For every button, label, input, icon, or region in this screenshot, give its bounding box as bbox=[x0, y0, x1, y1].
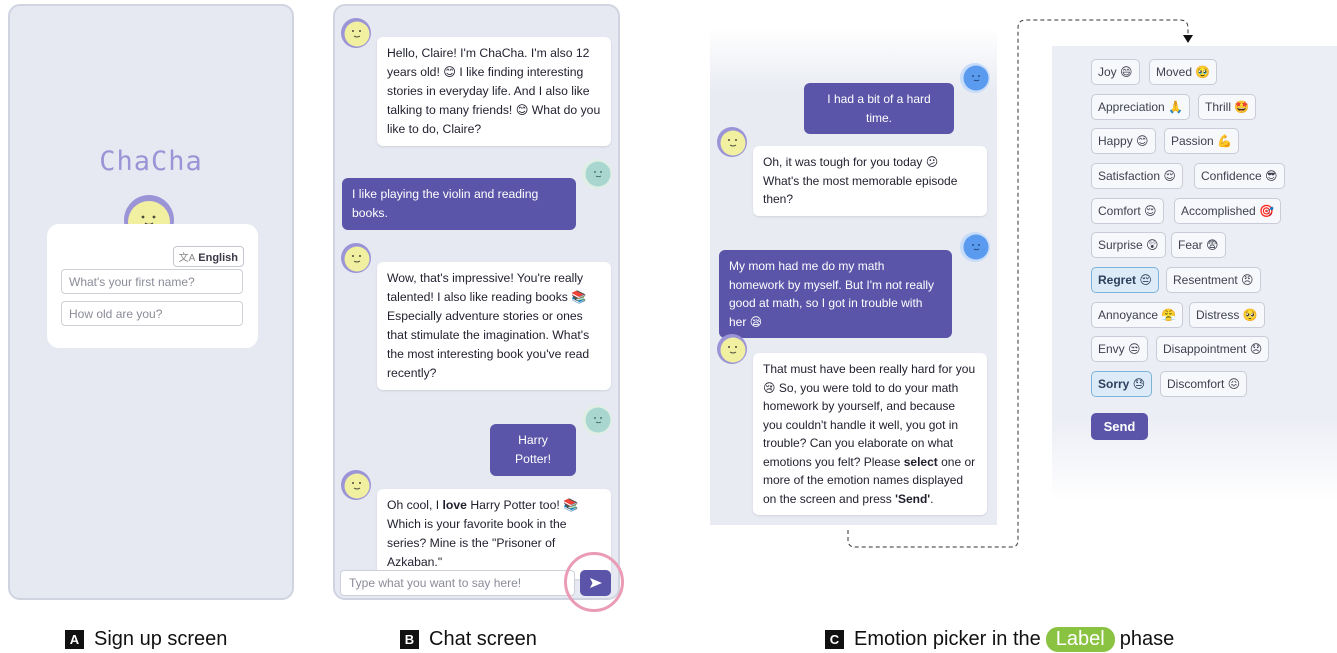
bot-avatar bbox=[717, 127, 747, 157]
bot-message-bold: select bbox=[903, 454, 938, 469]
caption-c: C Emotion picker in the Label phase bbox=[825, 626, 1174, 652]
send-highlight-ring bbox=[564, 552, 624, 612]
bot-avatar bbox=[341, 470, 371, 500]
emotion-chip[interactable]: Comfort 😌 bbox=[1091, 198, 1164, 224]
emotion-chip[interactable]: Appreciation 🙏 bbox=[1091, 94, 1190, 120]
emotion-chip[interactable]: Confidence 😎 bbox=[1194, 163, 1285, 189]
emotion-chip[interactable]: Happy 😊 bbox=[1091, 128, 1156, 154]
label-phase-pill: Label bbox=[1045, 626, 1115, 652]
emotion-chip[interactable]: Surprise 😲 bbox=[1091, 232, 1166, 258]
bot-message-text: . bbox=[930, 491, 934, 506]
emotion-chip[interactable]: Annoyance 😤 bbox=[1091, 302, 1184, 328]
signup-screen: ChaCha 文A English bbox=[8, 4, 294, 600]
caption-letter: C bbox=[825, 629, 844, 649]
bot-message-text: That must have been really hard for you … bbox=[763, 362, 976, 469]
bot-message-bold: love bbox=[442, 498, 467, 512]
caption-text: Sign up screen bbox=[94, 627, 228, 650]
bot-message: Oh, it was tough for you today 😕 What's … bbox=[753, 146, 987, 216]
chat-screen: Hello, Claire! I'm ChaCha. I'm also 12 y… bbox=[333, 4, 620, 600]
bot-avatar bbox=[341, 18, 371, 48]
bot-message: Wow, that's impressive! You're really ta… bbox=[377, 262, 611, 390]
emotion-chip[interactable]: Resentment 😠 bbox=[1166, 267, 1261, 293]
bot-message: Hello, Claire! I'm ChaCha. I'm also 12 y… bbox=[377, 37, 611, 146]
emotion-chip[interactable]: Fear 😨 bbox=[1171, 232, 1226, 258]
emotion-chip[interactable]: Envy 😒 bbox=[1091, 336, 1148, 362]
language-label: English bbox=[198, 252, 238, 264]
emotion-chip[interactable]: Disappointment 😞 bbox=[1156, 336, 1270, 362]
user-message: I had a bit of a hard time. bbox=[804, 83, 954, 134]
emotion-chip[interactable]: Thrill 🤩 bbox=[1198, 94, 1257, 120]
user-avatar bbox=[960, 63, 990, 93]
user-message: My mom had me do my math homework by mys… bbox=[719, 250, 952, 338]
signup-card: 文A English bbox=[47, 224, 258, 348]
emotion-chat-screen: I had a bit of a hard time. Oh, it was t… bbox=[710, 28, 997, 525]
caption-text: Emotion picker in the bbox=[854, 627, 1041, 650]
language-button[interactable]: 文A English bbox=[172, 246, 244, 267]
caption-a: A Sign up screen bbox=[65, 626, 227, 652]
bot-message-bold: 'Send' bbox=[895, 491, 931, 506]
caption-b: B Chat screen bbox=[400, 626, 537, 652]
bot-avatar bbox=[341, 243, 371, 273]
arrowhead-icon bbox=[1183, 35, 1193, 43]
picker-send-button[interactable]: Send bbox=[1091, 413, 1148, 440]
user-avatar bbox=[582, 405, 612, 435]
emotion-chip[interactable]: Accomplished 🎯 bbox=[1174, 198, 1281, 224]
user-avatar bbox=[582, 159, 612, 189]
caption-letter: A bbox=[65, 629, 84, 649]
emotion-chip-selected[interactable]: Sorry 😓 bbox=[1091, 371, 1153, 397]
caption-letter: B bbox=[400, 629, 419, 649]
age-input[interactable] bbox=[61, 301, 243, 326]
emotion-chip[interactable]: Distress 🥺 bbox=[1189, 302, 1265, 328]
caption-text: phase bbox=[1119, 627, 1175, 650]
emotion-picker: Joy 😄 Moved 🥹 Appreciation 🙏 Thrill 🤩 Ha… bbox=[1052, 46, 1337, 501]
app-logo: ChaCha bbox=[99, 146, 203, 177]
user-message: I like playing the violin and reading bo… bbox=[342, 178, 576, 230]
translate-icon: 文A bbox=[178, 253, 196, 264]
caption-text: Chat screen bbox=[429, 627, 537, 650]
emotion-chip[interactable]: Passion 💪 bbox=[1164, 128, 1239, 154]
bot-message: That must have been really hard for you … bbox=[753, 353, 987, 515]
emotion-chip-selected[interactable]: Regret 😔 bbox=[1091, 267, 1159, 293]
user-avatar bbox=[960, 232, 990, 262]
first-name-input[interactable] bbox=[61, 269, 243, 294]
user-message: Harry Potter! bbox=[490, 424, 576, 476]
emotion-chip[interactable]: Discomfort 😖 bbox=[1160, 371, 1248, 397]
emotion-chip[interactable]: Joy 😄 bbox=[1091, 59, 1140, 85]
bot-avatar bbox=[717, 334, 747, 364]
emotion-chip[interactable]: Moved 🥹 bbox=[1149, 59, 1218, 85]
bot-message-text: Oh cool, I bbox=[387, 498, 443, 512]
message-input[interactable] bbox=[340, 570, 575, 596]
emotion-chip[interactable]: Satisfaction 😌 bbox=[1091, 163, 1183, 189]
